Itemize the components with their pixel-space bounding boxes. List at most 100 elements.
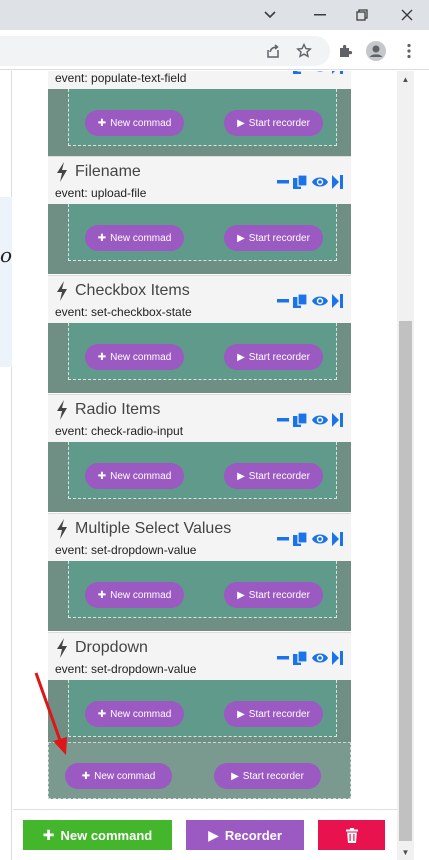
copy-icon[interactable] [292,71,308,75]
step-forward-icon[interactable] [332,532,343,546]
event-body: ✚ New commad ▶ Start recorder [48,89,351,159]
event-actions [277,650,343,666]
step-forward-icon[interactable] [332,71,343,74]
root-new-commad-button[interactable]: ✚ New commad [65,763,172,789]
bottom-action-bar: ✚ New command ▶ Recorder [13,809,397,860]
copy-icon[interactable] [292,531,308,547]
new-commad-button[interactable]: ✚ New commad [85,344,184,370]
new-command-button[interactable]: ✚ New command [23,820,172,850]
event-actions [277,412,343,428]
event-type: event: upload-file [55,186,147,200]
restore-button[interactable] [340,0,384,30]
annotation-arrow-icon [34,672,67,755]
close-window-button[interactable] [385,0,429,30]
event-type: event: populate-text-field [55,71,187,85]
command-dropzone: ✚ New commad ▶ Start recorder [68,323,337,380]
eye-icon[interactable] [311,651,329,665]
recorder-button[interactable]: ▶ Recorder [186,820,304,850]
event-actions [277,531,343,547]
start-recorder-button[interactable]: ▶ Start recorder [224,225,323,251]
collapse-icon[interactable] [277,418,289,422]
command-dropzone: ✚ New commad ▶ Start recorder [68,442,337,499]
start-recorder-button[interactable]: ▶ Start recorder [224,344,323,370]
command-dropzone: ✚ New commad ▶ Start recorder [68,680,337,737]
new-commad-button[interactable]: ✚ New commad [85,110,184,136]
delete-button[interactable] [318,820,385,850]
copy-icon[interactable] [292,293,308,309]
event-body: ✚ New commad ▶ Start recorder [48,680,351,742]
page-highlight-strip [0,197,12,367]
bolt-icon [57,638,67,658]
start-recorder-button[interactable]: ▶ Start recorder [224,463,323,489]
event-type: event: set-dropdown-value [55,543,197,557]
copy-icon[interactable] [292,412,308,428]
bolt-icon [57,162,67,182]
event-type: event: check-radio-input [55,424,184,438]
collapse-icon[interactable] [277,299,289,303]
event-header: Dropdown event: set-dropdown-value [48,632,351,680]
minimize-button[interactable] [298,0,342,30]
start-recorder-button[interactable]: ▶ Start recorder [224,701,323,727]
share-icon[interactable] [262,40,284,62]
event-title: Radio Items [75,401,161,418]
tab-search-chevron-icon[interactable] [248,0,292,30]
panel-scrollbar[interactable]: ▲ ▼ [397,71,414,860]
event-title: Checkbox Items [75,282,190,299]
copy-icon[interactable] [292,174,308,190]
event-title: Multiple Select Values [75,520,232,537]
event-header: Multiple Select Values event: set-dropdo… [48,513,351,561]
profile-avatar-icon[interactable] [365,40,387,62]
eye-icon[interactable] [311,532,329,546]
collapse-icon[interactable] [277,537,289,541]
bolt-icon [57,519,67,539]
root-command-dropzone: ✚ New commad ▶ Start recorder [48,742,351,799]
extensions-puzzle-icon[interactable] [334,40,356,62]
eye-icon[interactable] [311,71,329,74]
root-start-recorder-button[interactable]: ▶ Start recorder [214,763,321,789]
command-dropzone: ✚ New commad ▶ Start recorder [68,561,337,618]
step-forward-icon[interactable] [332,175,343,189]
start-recorder-button[interactable]: ▶ Start recorder [224,582,323,608]
event-title: Filename [75,163,141,180]
event-actions [277,174,343,190]
eye-icon[interactable] [311,413,329,427]
event-type: event: set-dropdown-value [55,662,197,676]
new-commad-button[interactable]: ✚ New commad [85,463,184,489]
collapse-icon[interactable] [277,656,289,660]
event-actions [277,71,343,75]
collapse-icon[interactable] [277,180,289,184]
scroll-down-icon[interactable]: ▼ [397,844,414,860]
page-content-left [0,71,12,860]
event-body: ✚ New commad ▶ Start recorder [48,561,351,631]
step-forward-icon[interactable] [332,413,343,427]
scroll-up-icon[interactable]: ▲ [397,71,414,87]
browser-toolbar [0,30,429,70]
event-actions [277,293,343,309]
kebab-menu-icon[interactable] [398,40,420,62]
start-recorder-button[interactable]: ▶ Start recorder [224,110,323,136]
window-edge [414,71,429,860]
event-body: ✚ New commad ▶ Start recorder [48,204,351,274]
trash-icon [345,827,358,843]
event-header: Filename event: upload-file [48,156,351,204]
new-commad-button[interactable]: ✚ New commad [85,701,184,727]
command-dropzone: ✚ New commad ▶ Start recorder [68,89,337,146]
event-header: event: populate-text-field [48,71,351,89]
step-forward-icon[interactable] [332,651,343,665]
event-type: event: set-checkbox-state [55,305,192,319]
bolt-icon [57,400,67,420]
step-forward-icon[interactable] [332,294,343,308]
new-commad-button[interactable]: ✚ New commad [85,225,184,251]
eye-icon[interactable] [311,175,329,189]
event-body: ✚ New commad ▶ Start recorder [48,442,351,512]
eye-icon[interactable] [311,294,329,308]
bookmark-star-icon[interactable] [293,40,315,62]
new-commad-button[interactable]: ✚ New commad [85,582,184,608]
bolt-icon [57,281,67,301]
event-header: Radio Items event: check-radio-input [48,394,351,442]
command-dropzone: ✚ New commad ▶ Start recorder [68,204,337,261]
scroll-thumb[interactable] [399,321,412,841]
recorder-panel: event: populate-text-field ✚ New commad ▶… [13,71,397,860]
copy-icon[interactable] [292,650,308,666]
event-body: ✚ New commad ▶ Start recorder [48,323,351,393]
